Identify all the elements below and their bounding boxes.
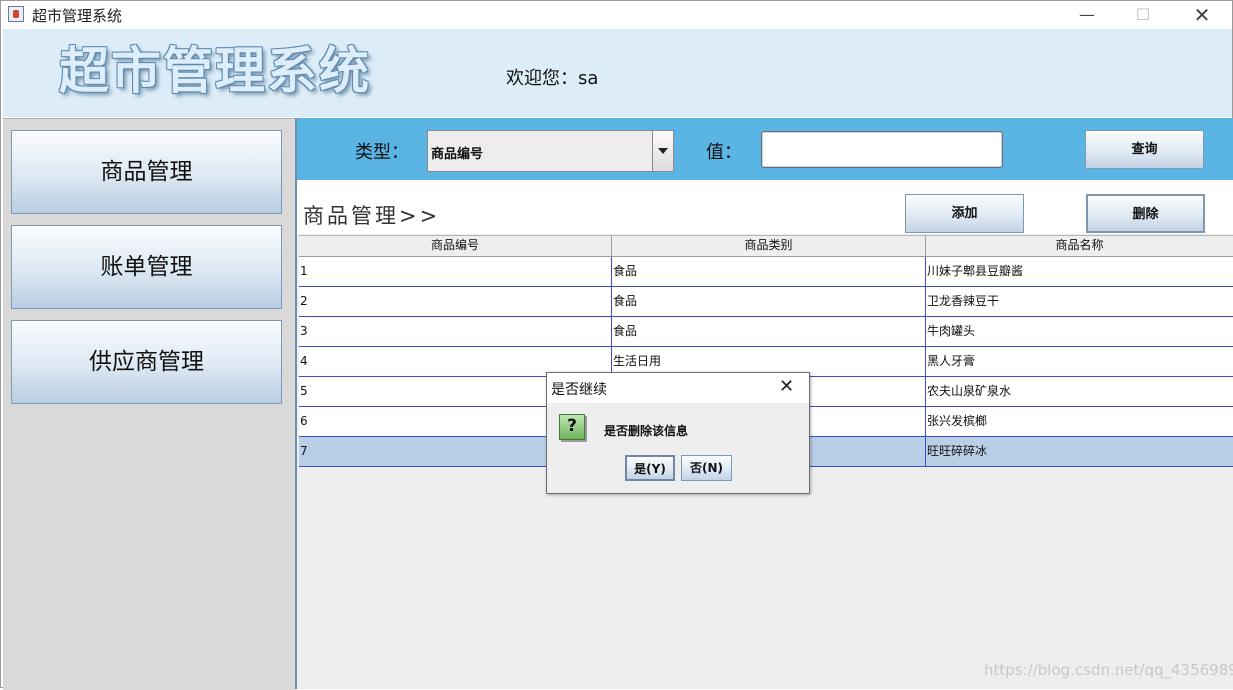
close-icon[interactable]: ✕ xyxy=(1179,1,1225,29)
cell-name: 川妹子郫县豆瓣酱 xyxy=(926,257,1233,286)
dialog-message: 是否删除该信息 xyxy=(604,424,689,438)
cell-name: 农夫山泉矿泉水 xyxy=(926,377,1233,406)
no-button[interactable]: 否(N) xyxy=(681,455,732,481)
cell-category: 食品 xyxy=(612,317,926,346)
sidebar: 商品管理 账单管理 供应商管理 xyxy=(3,118,295,690)
value-input[interactable] xyxy=(761,131,1003,168)
table-row[interactable]: 2 食品 卫龙香辣豆干 xyxy=(299,287,1233,317)
cell-name: 张兴发槟榔 xyxy=(926,407,1233,436)
cell-category: 食品 xyxy=(612,287,926,316)
cell-name: 旺旺碎碎冰 xyxy=(926,437,1233,466)
app-logo: 超市管理系统 xyxy=(59,42,371,100)
window-title: 超市管理系统 xyxy=(32,7,123,25)
cell-category: 食品 xyxy=(612,257,926,286)
column-header-category[interactable]: 商品类别 xyxy=(612,236,926,256)
app-window: 超市管理系统 — ☐ ✕ 超市管理系统 欢迎您：sa 商品管理 账单管理 供应商… xyxy=(0,0,1233,690)
chevron-down-icon[interactable] xyxy=(652,131,673,171)
goods-toolbar: 商品管理>> 添加 删除 xyxy=(297,180,1233,234)
yes-button[interactable]: 是(Y) xyxy=(625,455,675,481)
search-bar: 类型： 商品编号 值： 查询 xyxy=(297,118,1233,180)
welcome-text: 欢迎您：sa xyxy=(506,68,599,89)
table-row[interactable]: 1 食品 川妹子郫县豆瓣酱 xyxy=(299,257,1233,287)
question-icon: ? xyxy=(559,414,585,440)
column-header-name[interactable]: 商品名称 xyxy=(926,236,1233,256)
cell-name: 牛肉罐头 xyxy=(926,317,1233,346)
maximize-icon[interactable]: ☐ xyxy=(1120,1,1166,29)
column-header-id[interactable]: 商品编号 xyxy=(299,236,612,256)
query-button[interactable]: 查询 xyxy=(1085,130,1204,169)
section-title: 商品管理>> xyxy=(303,204,441,228)
value-label: 值： xyxy=(706,142,742,163)
type-select[interactable]: 商品编号 xyxy=(427,130,674,172)
cell-name: 黑人牙膏 xyxy=(926,347,1233,376)
close-icon[interactable]: ✕ xyxy=(779,376,794,397)
type-select-value: 商品编号 xyxy=(431,147,484,162)
sidebar-item-goods[interactable]: 商品管理 xyxy=(11,130,282,214)
add-button[interactable]: 添加 xyxy=(905,194,1024,233)
table-header: 商品编号 商品类别 商品名称 xyxy=(299,235,1233,257)
dialog-title: 是否继续 xyxy=(551,382,607,398)
table-row[interactable]: 3 食品 牛肉罐头 xyxy=(299,317,1233,347)
java-app-icon xyxy=(8,6,24,22)
type-label: 类型： xyxy=(355,142,409,163)
delete-button[interactable]: 删除 xyxy=(1086,194,1205,233)
cell-id: 1 xyxy=(299,257,612,286)
sidebar-item-bills[interactable]: 账单管理 xyxy=(11,225,282,309)
sidebar-item-suppliers[interactable]: 供应商管理 xyxy=(11,320,282,404)
cell-id: 3 xyxy=(299,317,612,346)
cell-id: 2 xyxy=(299,287,612,316)
dialog-titlebar[interactable]: 是否继续 ✕ xyxy=(547,373,809,403)
cell-name: 卫龙香辣豆干 xyxy=(926,287,1233,316)
watermark: https://blog.csdn.net/qq_43569892 xyxy=(984,661,1233,679)
minimize-icon[interactable]: — xyxy=(1064,1,1110,29)
confirm-dialog: 是否继续 ✕ ? 是否删除该信息 是(Y) 否(N) xyxy=(546,372,810,494)
header-banner: 超市管理系统 欢迎您：sa xyxy=(3,29,1232,117)
window-titlebar[interactable]: 超市管理系统 — ☐ ✕ xyxy=(1,1,1232,29)
